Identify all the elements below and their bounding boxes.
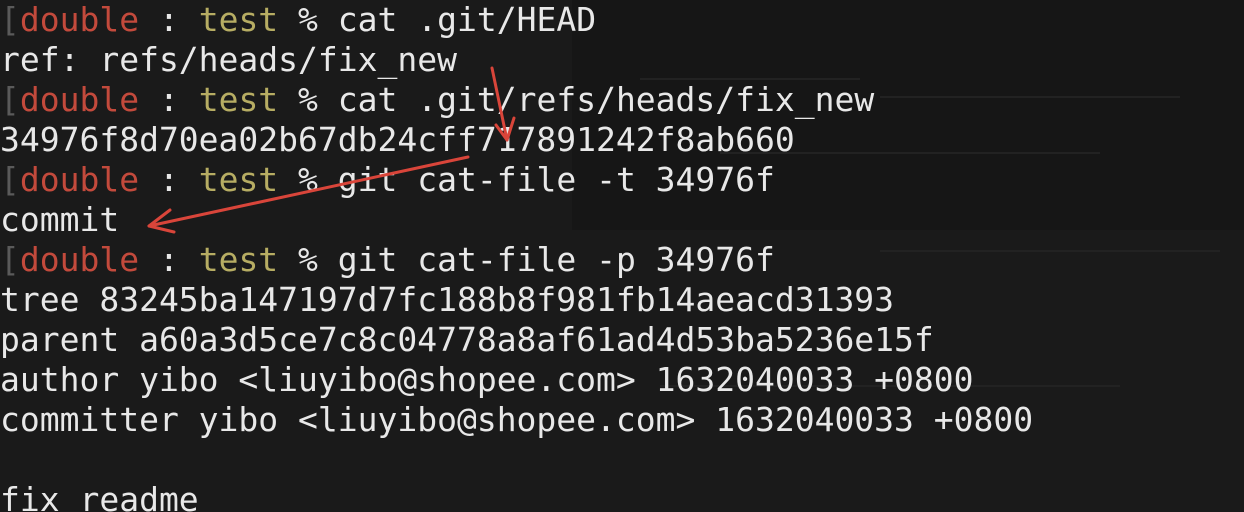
- arrow-left-line: [147, 155, 470, 228]
- annotation-arrows: [147, 66, 516, 234]
- terminal-window[interactable]: [double : test % cat .git/HEAD ref: refs…: [0, 0, 1244, 512]
